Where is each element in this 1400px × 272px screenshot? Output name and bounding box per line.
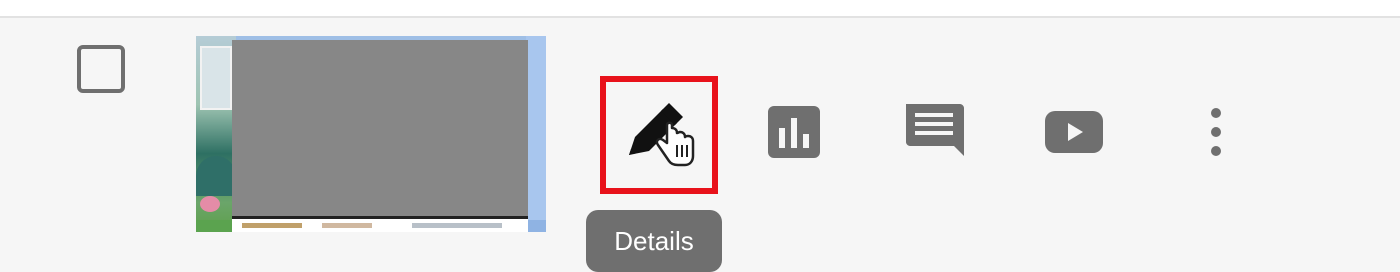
video-thumbnail[interactable] — [196, 36, 546, 232]
video-list-page: Details — [0, 0, 1400, 272]
comments-button[interactable] — [904, 102, 964, 162]
thumbnail-left-scene — [196, 36, 236, 232]
view-on-youtube-button[interactable] — [1044, 104, 1104, 164]
caption-bar — [242, 223, 302, 228]
youtube-play-icon — [1043, 107, 1105, 162]
bar-chart-icon — [766, 104, 822, 165]
select-checkbox[interactable] — [77, 45, 125, 93]
thumbnail-right-scene — [526, 36, 546, 232]
caption-bar — [322, 223, 372, 228]
thumbnail-window — [200, 46, 232, 110]
thumbnail-flower — [200, 196, 220, 212]
pencil-icon — [621, 95, 697, 176]
redacted-overlay — [232, 40, 528, 216]
video-row[interactable]: Details — [0, 18, 1400, 272]
thumbnail-person — [196, 156, 236, 196]
comment-icon — [902, 98, 966, 167]
details-button[interactable] — [600, 76, 718, 194]
more-options-button[interactable] — [1186, 104, 1246, 164]
analytics-button[interactable] — [764, 104, 824, 164]
details-tooltip: Details — [586, 210, 722, 272]
more-vertical-icon — [1206, 104, 1226, 165]
caption-bar — [412, 223, 502, 228]
thumbnail-caption-strip — [232, 216, 528, 232]
top-divider — [0, 0, 1400, 18]
